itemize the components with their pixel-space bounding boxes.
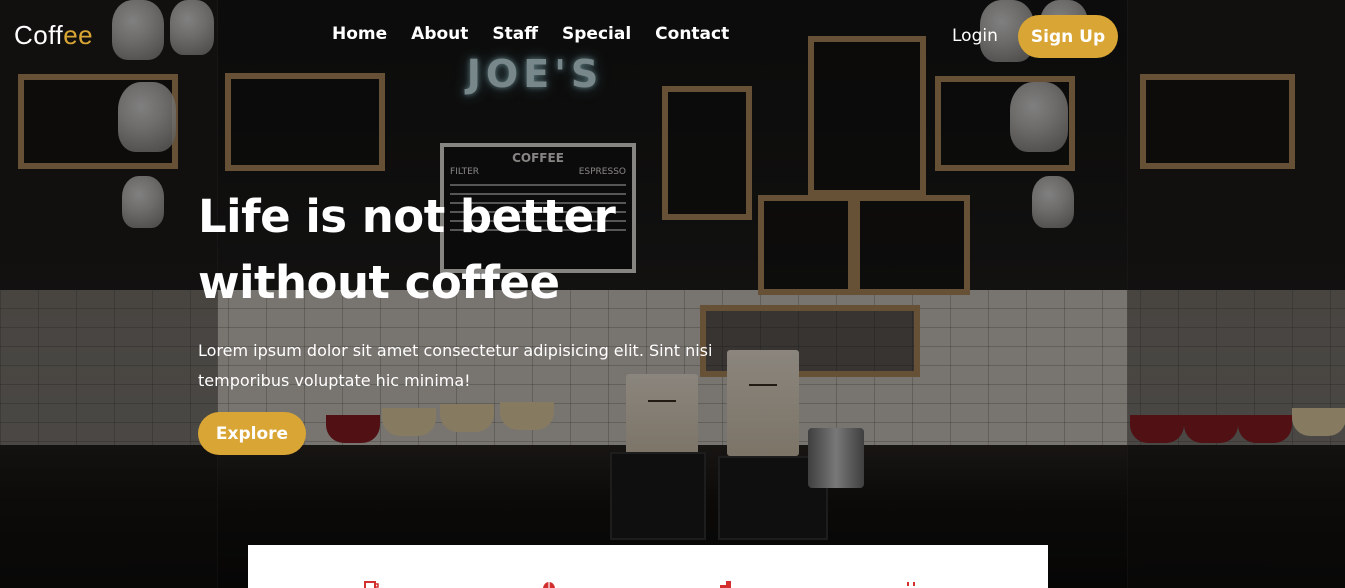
hero-title-line2: without coffee	[198, 256, 560, 309]
hero-section: Life is not better without coffee Lorem …	[198, 184, 758, 396]
coffee-bean-icon	[541, 581, 557, 588]
site-logo[interactable]: Coffee	[14, 20, 93, 51]
coffee-steam-icon	[903, 581, 919, 588]
login-link[interactable]: Login	[952, 26, 998, 46]
nav-contact[interactable]: Contact	[655, 24, 729, 44]
nav-home[interactable]: Home	[332, 24, 387, 44]
explore-button[interactable]: Explore	[198, 412, 306, 455]
nav-about[interactable]: About	[411, 24, 468, 44]
main-nav: Home About Staff Special Contact	[332, 24, 729, 44]
hero-title: Life is not better without coffee	[198, 184, 758, 316]
feature-card	[248, 545, 1048, 588]
hero-title-line1: Life is not better	[198, 190, 616, 243]
logo-accent-text: ee	[63, 20, 94, 50]
coffee-cup-icon	[363, 581, 379, 588]
coffee-maker-icon	[718, 581, 734, 588]
site-header: Coffee Home About Staff Special Contact …	[0, 0, 1345, 72]
nav-special[interactable]: Special	[562, 24, 631, 44]
hero-description: Lorem ipsum dolor sit amet consectetur a…	[198, 341, 713, 390]
signup-button[interactable]: Sign Up	[1018, 15, 1118, 58]
nav-staff[interactable]: Staff	[492, 24, 538, 44]
logo-text: Coff	[14, 20, 64, 50]
